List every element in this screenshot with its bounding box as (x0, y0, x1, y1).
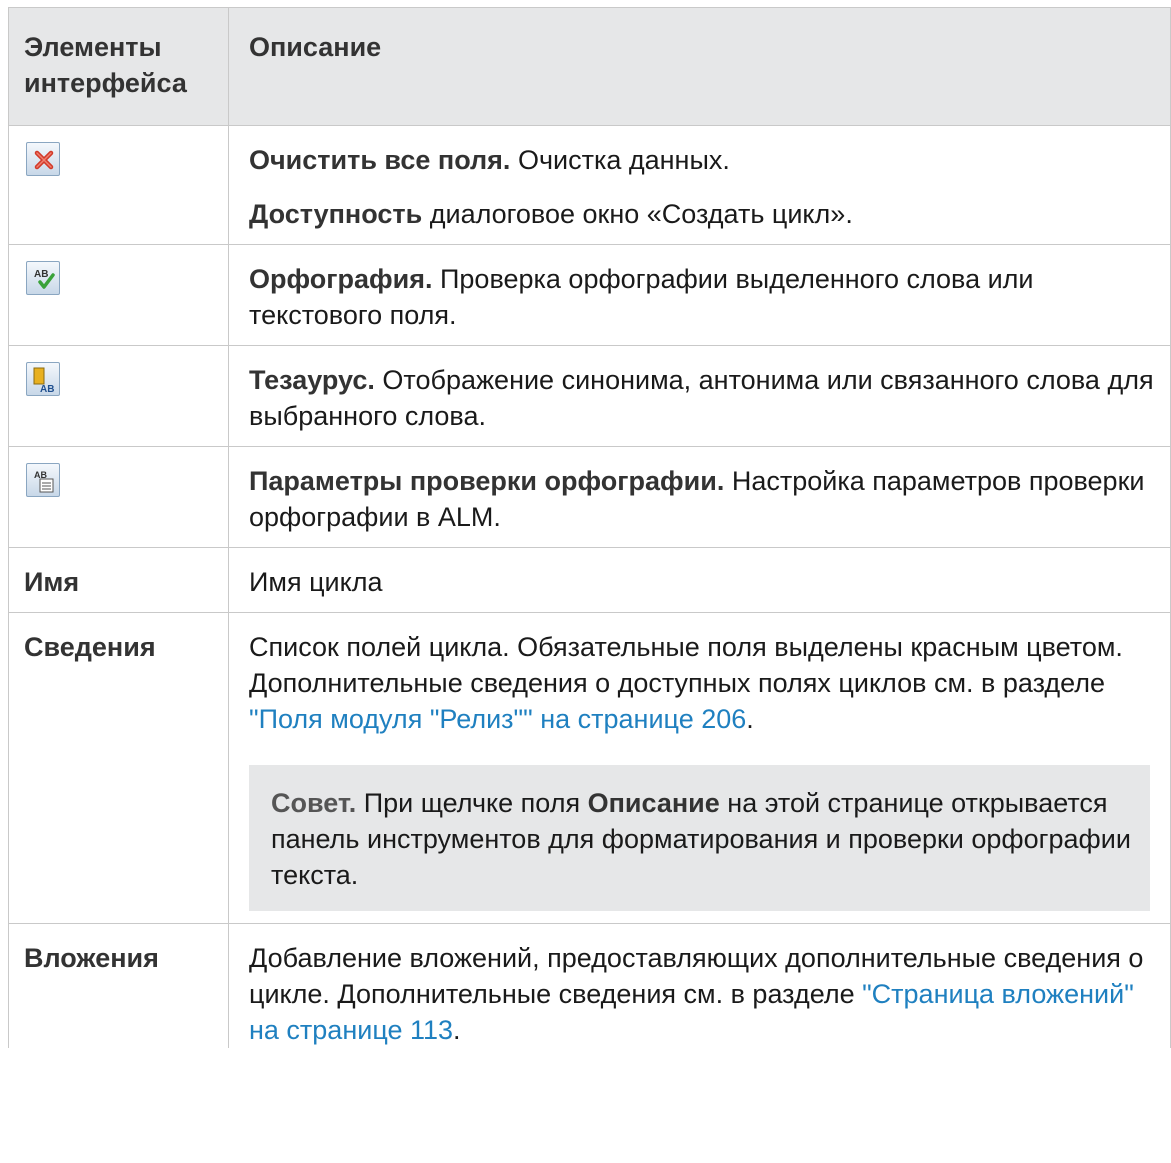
availability-title: Доступность (249, 199, 423, 229)
attachments-label: Вложения (8, 923, 229, 1048)
availability-text: диалоговое окно «Создать цикл». (422, 199, 853, 229)
table-row-spelling: AB Орфография. Проверка орфографии выдел… (8, 244, 1171, 346)
table-row-attachments: Вложения Добавление вложений, предоставл… (8, 923, 1171, 1048)
clear-icon-cell (8, 125, 229, 245)
thesaurus-description: Тезаурус. Отображение синонима, антонима… (228, 345, 1171, 447)
table-row-details: Сведения Список полей цикла. Обязательны… (8, 612, 1171, 924)
spelling-description: Орфография. Проверка орфографии выделенн… (228, 244, 1171, 346)
details-label: Сведения (8, 612, 229, 924)
header-description: Описание (228, 7, 1171, 126)
thesaurus-button[interactable]: AB (26, 362, 60, 396)
details-after-link: . (746, 704, 754, 734)
svg-text:AB: AB (34, 269, 48, 280)
tip-bold-description: Описание (587, 788, 720, 818)
clear-description: Очистить все поля. Очистка данных. Досту… (228, 125, 1171, 245)
check-spelling-button[interactable]: AB (26, 261, 60, 295)
name-text: Имя цикла (249, 567, 383, 597)
thesaurus-icon-cell: AB (8, 345, 229, 447)
release-fields-link[interactable]: "Поля модуля "Релиз"" на странице 206 (249, 704, 746, 734)
details-text: Список полей цикла. Обязательные поля вы… (249, 632, 1123, 698)
header-col1-line2: интерфейса (24, 68, 187, 98)
tip-text-1: При щелчке поля (356, 788, 588, 818)
spelling-icon-cell: AB (8, 244, 229, 346)
table-row-clear: Очистить все поля. Очистка данных. Досту… (8, 125, 1171, 245)
spelling-options-description: Параметры проверки орфографии. Настройка… (228, 446, 1171, 548)
tip-box: Совет. При щелчке поля Описание на этой … (249, 765, 1150, 911)
spelling-options-icon-cell: AB (8, 446, 229, 548)
thesaurus-icon: AB (33, 367, 54, 395)
header-ui-elements: Элементы интерфейса (8, 7, 229, 126)
attachments-description: Добавление вложений, предоставляющих доп… (228, 923, 1171, 1048)
name-label: Имя (8, 547, 229, 613)
red-x-clear-icon (34, 150, 54, 170)
table-header-row: Элементы интерфейса Описание (8, 7, 1171, 126)
table-row-name: Имя Имя цикла (8, 547, 1171, 613)
spelling-options-icon: AB (34, 470, 54, 493)
spelling-options-button[interactable]: AB (26, 463, 60, 497)
attachments-after-link: . (453, 1015, 461, 1045)
table-row-thesaurus: AB Тезаурус. Отображение синонима, антон… (8, 345, 1171, 447)
clear-all-fields-button[interactable] (26, 142, 60, 176)
header-col1-line1: Элементы (24, 32, 162, 62)
tip-title: Совет. (271, 788, 357, 818)
ui-elements-table: Элементы интерфейса Описание Очистить вс… (8, 7, 1171, 1048)
thesaurus-text: Отображение синонима, антонима или связа… (249, 365, 1154, 431)
details-description: Список полей цикла. Обязательные поля вы… (228, 612, 1171, 924)
svg-text:AB: AB (40, 384, 54, 395)
spell-check-icon: AB (34, 269, 55, 289)
spelling-options-title: Параметры проверки орфографии. (249, 466, 725, 496)
clear-title: Очистить все поля. (249, 145, 511, 175)
clear-text: Очистка данных. (510, 145, 730, 175)
table-row-spelling-options: AB Параметры проверки орфографии. Настро… (8, 446, 1171, 548)
name-description: Имя цикла (228, 547, 1171, 613)
thesaurus-title: Тезаурус. (249, 365, 375, 395)
spelling-title: Орфография. (249, 264, 433, 294)
